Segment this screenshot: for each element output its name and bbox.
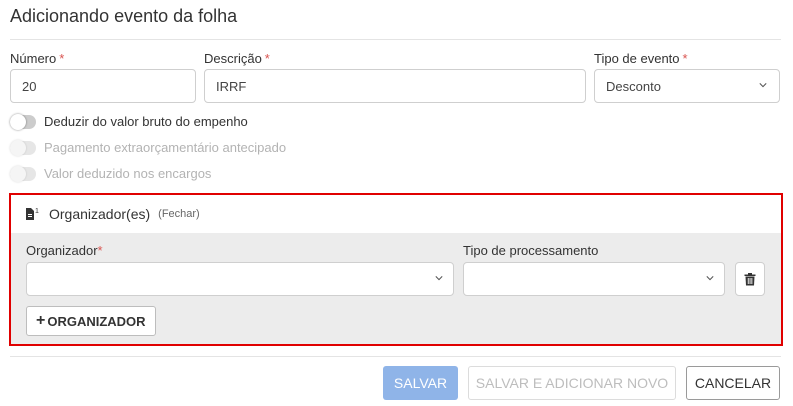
tipo-evento-label-text: Tipo de evento	[594, 51, 680, 66]
chevron-down-icon	[706, 276, 714, 281]
add-organizador-label: ORGANIZADOR	[47, 313, 146, 329]
cancel-button[interactable]: CANCELAR	[686, 366, 780, 400]
toggle-switch[interactable]	[10, 113, 36, 130]
numero-label-text: Número	[10, 51, 57, 66]
required-mark: *	[97, 243, 103, 258]
toggle-switch	[10, 139, 36, 156]
organizador-label: Organizador*	[26, 243, 103, 258]
toggle-label: Pagamento extraorçamentário antecipado	[44, 140, 287, 155]
toggle-switch	[10, 165, 36, 182]
tipo-evento-select[interactable]: Desconto	[594, 69, 780, 103]
footer-divider	[10, 356, 781, 357]
numero-input[interactable]: 20	[10, 69, 196, 103]
organizadores-header: 1 Organizador(es) (Fechar)	[11, 195, 781, 233]
document-icon: 1	[25, 207, 39, 221]
add-organizador-button[interactable]: + ORGANIZADOR	[26, 306, 156, 336]
numero-label: Número *	[10, 51, 64, 66]
title-divider	[10, 39, 781, 40]
required-mark: *	[59, 51, 65, 66]
toggle-label: Deduzir do valor bruto do empenho	[44, 114, 248, 129]
plus-icon: +	[36, 312, 46, 329]
organizadores-body: Organizador* Tipo de processamento + ORG…	[11, 233, 781, 344]
organizador-label-text: Organizador	[26, 243, 98, 258]
required-mark: *	[264, 51, 270, 66]
tipo-evento-value: Desconto	[606, 78, 661, 94]
toggle-pagamento-antecipado: Pagamento extraorçamentário antecipado	[10, 139, 287, 156]
numero-value: 20	[22, 78, 37, 94]
save-button[interactable]: SALVAR	[383, 366, 458, 400]
close-section-link[interactable]: (Fechar)	[158, 208, 200, 220]
descricao-label-text: Descrição	[204, 51, 262, 66]
page-title: Adicionando evento da folha	[10, 6, 238, 26]
descricao-input[interactable]: IRRF	[204, 69, 586, 103]
descricao-label: Descrição *	[204, 51, 270, 66]
tipo-processamento-select[interactable]	[463, 262, 725, 296]
organizador-select[interactable]	[26, 262, 454, 296]
toggle-deduzir-valor-bruto[interactable]: Deduzir do valor bruto do empenho	[10, 113, 248, 130]
organizadores-section: 1 Organizador(es) (Fechar) Organizador* …	[9, 193, 783, 346]
tipo-evento-label: Tipo de evento *	[594, 51, 688, 66]
save-and-add-new-button[interactable]: SALVAR E ADICIONAR NOVO	[468, 366, 676, 400]
descricao-value: IRRF	[216, 78, 247, 94]
delete-organizador-button[interactable]	[735, 262, 765, 296]
section-badge: 1	[35, 208, 39, 215]
tipo-processamento-label: Tipo de processamento	[463, 243, 599, 258]
toggle-valor-deduzido-encargos: Valor deduzido nos encargos	[10, 165, 212, 182]
required-mark: *	[682, 51, 688, 66]
chevron-down-icon	[759, 83, 767, 88]
toggle-label: Valor deduzido nos encargos	[44, 166, 212, 181]
trash-icon	[744, 272, 756, 285]
organizadores-title: Organizador(es)	[49, 206, 151, 222]
chevron-down-icon	[435, 276, 443, 281]
